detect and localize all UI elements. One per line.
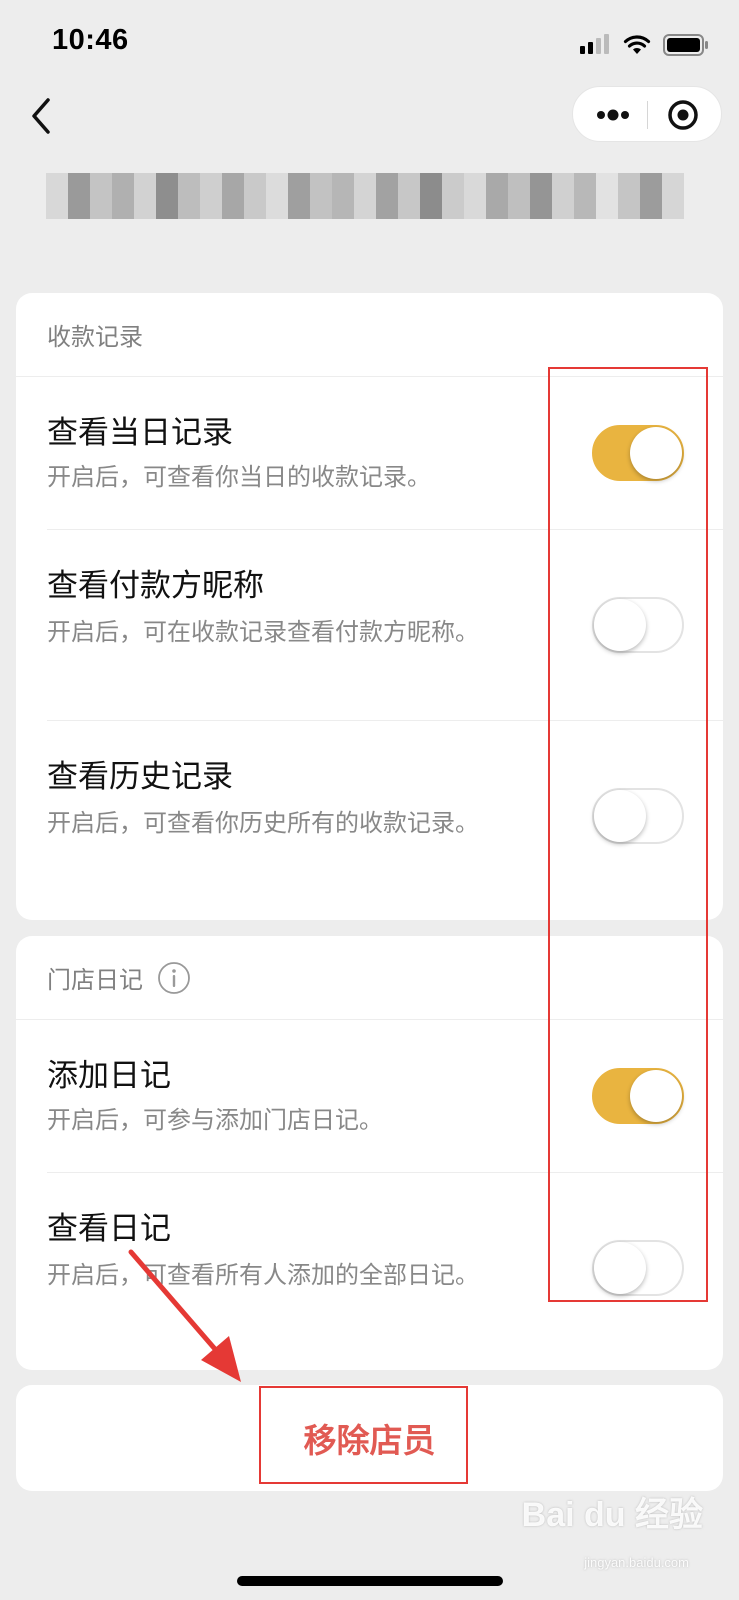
row-title: 添加日记 (47, 1058, 171, 1094)
annotation-box-remove-button (259, 1386, 468, 1484)
back-button[interactable] (22, 92, 62, 142)
status-bar: 10:46 (0, 0, 739, 90)
row-title: 查看付款方昵称 (47, 568, 264, 604)
row-description: 开启后，可查看你当日的收款记录。 (47, 463, 431, 491)
battery-icon (663, 34, 708, 56)
row-description: 开启后，可查看你历史所有的收款记录。 (47, 809, 479, 837)
row-description: 开启后，可查看所有人添加的全部日记。 (47, 1261, 479, 1289)
row-title: 查看当日记录 (47, 415, 233, 451)
section-title: 门店日记 (47, 966, 143, 994)
row-description: 开启后，可参与添加门店日记。 (47, 1106, 383, 1134)
close-mini-program-button[interactable] (667, 99, 699, 131)
info-icon[interactable] (157, 961, 191, 995)
target-circle-icon (668, 100, 698, 130)
wifi-icon (623, 35, 651, 54)
cellular-signal-icon (580, 34, 609, 54)
chevron-left-icon (32, 98, 50, 134)
more-button[interactable] (593, 101, 633, 129)
annotation-arrow-icon (128, 1249, 241, 1382)
row-description: 开启后，可在收款记录查看付款方昵称。 (47, 618, 479, 646)
section-header-payment-records: 收款记录 (16, 293, 723, 377)
baidu-watermark-logo: Bai du 经验 (521, 1496, 703, 1534)
baidu-watermark-url: jingyan.baidu.com (584, 1555, 689, 1570)
status-time: 10:46 (52, 24, 129, 56)
row-title: 查看日记 (47, 1211, 171, 1247)
section-title: 收款记录 (47, 323, 143, 351)
obscured-staff-name (46, 160, 696, 232)
more-dots-icon (597, 109, 629, 121)
row-title: 查看历史记录 (47, 759, 233, 795)
annotation-box-toggles (548, 367, 708, 1302)
home-indicator[interactable] (237, 1576, 503, 1586)
capsule-divider (647, 101, 648, 129)
mini-program-capsule (572, 86, 722, 142)
status-icons (579, 30, 709, 60)
